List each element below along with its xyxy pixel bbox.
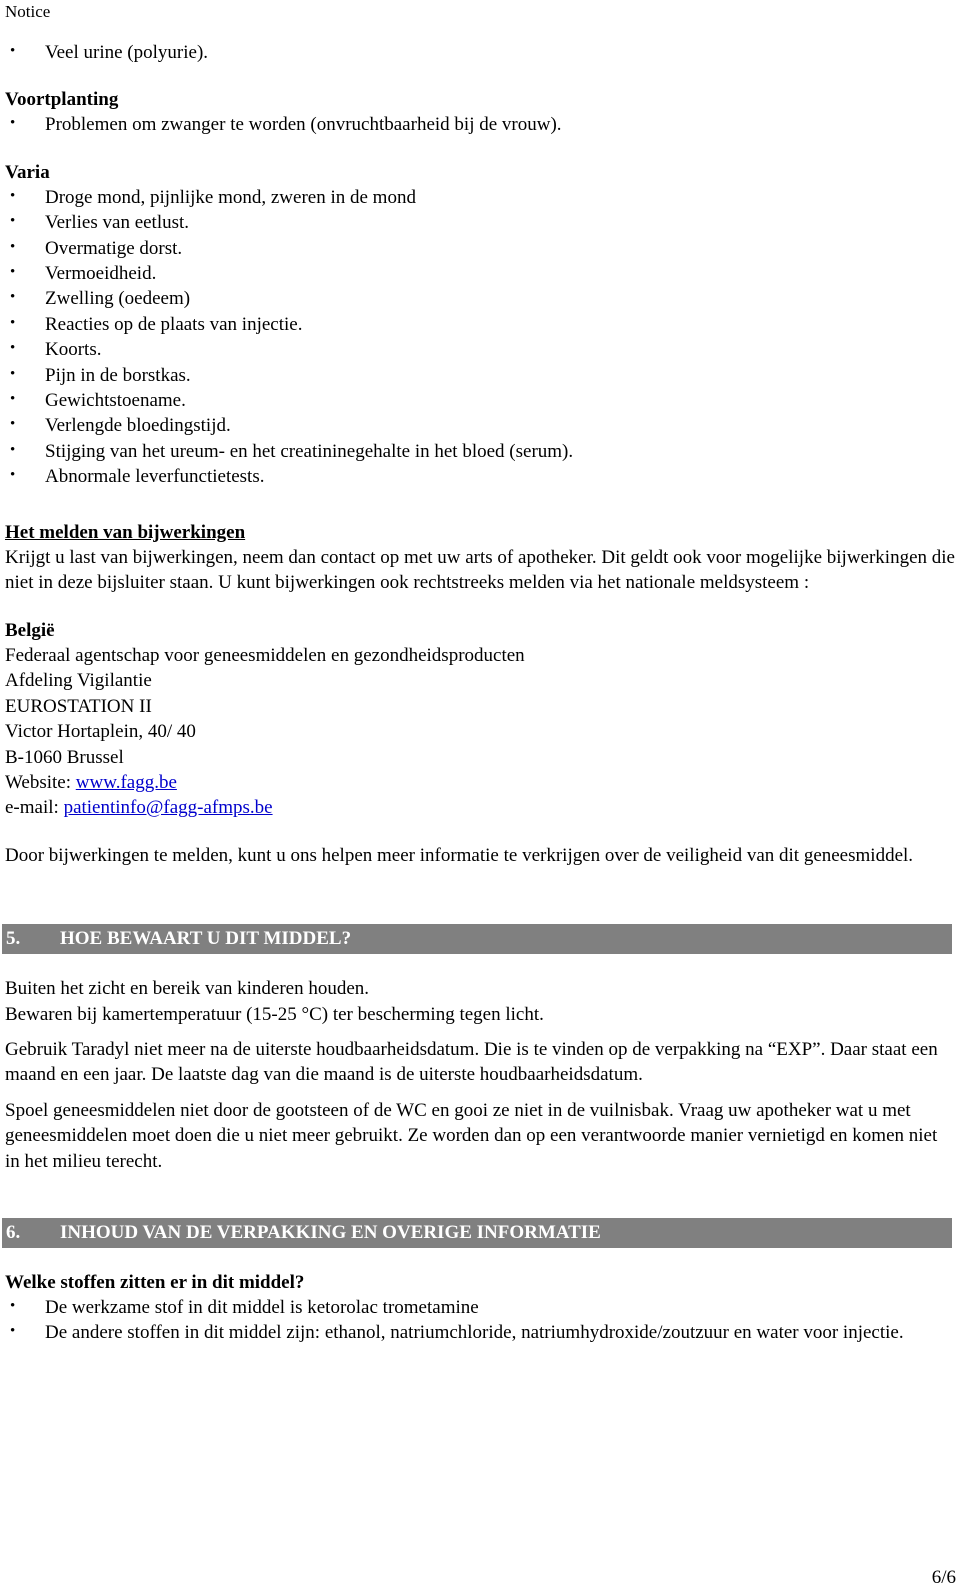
document-page: Notice Veel urine (polyurie). Voortplant… xyxy=(0,0,960,1595)
section-header-5: 5. HOE BEWAART U DIT MIDDEL? xyxy=(2,924,952,955)
address-line-4: Victor Hortaplein, 40/ 40 xyxy=(5,721,196,743)
paragraph-melden-closing: Door bijwerkingen te melden, kunt u ons … xyxy=(5,844,914,866)
list-item: Problemen om zwanger te worden (onvrucht… xyxy=(5,111,955,137)
bullet-list-intro: Veel urine (polyurie). xyxy=(5,39,955,65)
section-number-5: 5. xyxy=(6,928,21,950)
list-item: De andere stoffen in dit middel zijn: et… xyxy=(5,1319,955,1345)
list-item: Koorts. xyxy=(5,336,955,362)
paragraph-melden: Krijgt u last van bijwerkingen, neem dan… xyxy=(5,546,955,594)
list-item: Abnormale leverfunctietests. xyxy=(5,463,955,489)
list-item: Overmatige dorst. xyxy=(5,235,955,261)
heading-voortplanting: Voortplanting xyxy=(5,89,119,111)
bullet-list-ingredients: De werkzame stof in dit middel is ketoro… xyxy=(5,1294,955,1346)
address-line-2: Afdeling Vigilantie xyxy=(5,670,152,692)
paragraph-storage-line-1: Buiten het zicht en bereik van kinderen … xyxy=(5,978,370,1000)
email-link[interactable]: patientinfo@fagg-afmps.be xyxy=(64,797,273,818)
heading-varia: Varia xyxy=(5,161,50,183)
list-item: Vermoeidheid. xyxy=(5,260,955,286)
list-item: Verlies van eetlust. xyxy=(5,209,955,235)
list-item: Veel urine (polyurie). xyxy=(5,39,955,65)
document-header-label: Notice xyxy=(5,2,51,21)
page-number: 6/6 xyxy=(931,1567,956,1588)
heading-het-melden-van-bijwerkingen: Het melden van bijwerkingen xyxy=(5,521,246,543)
section-number-6: 6. xyxy=(6,1222,21,1243)
website-label: Website: xyxy=(5,771,76,793)
bullet-list-voortplanting: Problemen om zwanger te worden (onvrucht… xyxy=(5,111,955,137)
address-country: België xyxy=(5,619,55,641)
list-item: Reacties op de plaats van injectie. xyxy=(5,311,955,337)
document-content: Veel urine (polyurie). Voortplanting Pro… xyxy=(2,39,955,1346)
heading-welke-stoffen: Welke stoffen zitten er in dit middel? xyxy=(5,1272,305,1293)
list-item: De werkzame stof in dit middel is ketoro… xyxy=(5,1294,955,1320)
section-header-6: 6. INHOUD VAN DE VERPAKKING EN OVERIGE IN… xyxy=(2,1218,952,1248)
list-item: Verlengde bloedingstijd. xyxy=(5,412,955,438)
list-item: Droge mond, pijnlijke mond, zweren in de… xyxy=(5,184,955,210)
address-line-3: EUROSTATION II xyxy=(5,695,152,717)
list-item: Pijn in de borstkas. xyxy=(5,362,955,388)
list-item: Stijging van het ureum- en het creatinin… xyxy=(5,438,955,464)
address-website-row: Website: www.fagg.be xyxy=(5,770,955,795)
email-label: e-mail: xyxy=(5,797,64,819)
address-line-5: B-1060 Brussel xyxy=(5,746,124,768)
paragraph-expiry: Gebruik Taradyl niet meer na de uiterste… xyxy=(5,1038,938,1086)
section-title-6: INHOUD VAN DE VERPAKKING EN OVERIGE INFO… xyxy=(60,1222,601,1243)
address-line-1: Federaal agentschap voor geneesmiddelen … xyxy=(5,644,525,666)
section-title-5: HOE BEWAART U DIT MIDDEL? xyxy=(60,928,352,950)
website-link[interactable]: www.fagg.be xyxy=(76,772,177,793)
paragraph-disposal: Spoel geneesmiddelen niet door de gootst… xyxy=(5,1099,938,1172)
list-item: Gewichtstoename. xyxy=(5,387,955,413)
bullet-list-varia: Droge mond, pijnlijke mond, zweren in de… xyxy=(5,184,955,490)
list-item: Zwelling (oedeem) xyxy=(5,285,955,311)
address-email-row: e-mail: patientinfo@fagg-afmps.be xyxy=(5,795,955,820)
paragraph-storage-line-2: Bewaren bij kamertemperatuur (15-25 °C) … xyxy=(5,1003,544,1025)
